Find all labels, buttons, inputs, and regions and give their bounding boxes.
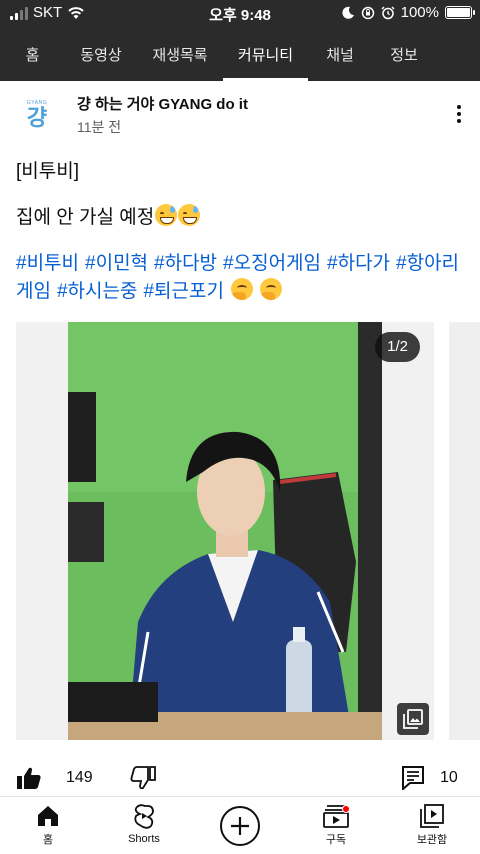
tab-about[interactable]: 정보 (372, 28, 436, 81)
thumbs-up-icon (17, 767, 41, 789)
hugging-face-emoji (259, 278, 282, 300)
dislike-button[interactable] (130, 766, 156, 790)
hashtag-link[interactable]: #이민혁 (85, 253, 148, 274)
shorts-icon (134, 804, 154, 829)
tab-playlists[interactable]: 재생목록 (137, 28, 223, 81)
post-line-2: 집에 안 가실 예정 (16, 204, 466, 232)
tab-channels[interactable]: 채널 (308, 28, 372, 81)
hashtag-list: #비투비 #이민혁 #하다방 #오징어게임 #하다가 #항아리게임 #하시는중 #퇴근포기 (16, 250, 466, 306)
nav-subscriptions[interactable]: 구독 (288, 797, 384, 854)
comment-icon (402, 766, 424, 790)
comment-count: 10 (440, 769, 458, 786)
post-actions: 149 10 (0, 760, 480, 796)
tab-home[interactable]: 홈 (0, 28, 65, 81)
like-button[interactable]: 149 (16, 766, 93, 790)
nav-create[interactable] (192, 797, 288, 854)
hashtag-link[interactable]: #오징어게임 (223, 253, 321, 274)
post-line-1: [비투비] (16, 161, 79, 182)
library-icon (420, 804, 444, 828)
alarm-icon (381, 5, 395, 19)
notification-dot (342, 805, 350, 813)
next-image-peek[interactable] (449, 322, 480, 740)
bottom-navigation: 홈 Shorts 구독 보관함 (0, 796, 480, 854)
like-count: 149 (66, 769, 93, 786)
channel-name[interactable]: 걍 하는 거야 GYANG do it (77, 93, 248, 114)
create-icon (220, 806, 260, 846)
thumbs-down-icon (130, 766, 156, 790)
grinning-sweat-emoji (178, 204, 201, 226)
hugging-face-emoji (230, 278, 253, 300)
channel-avatar[interactable]: GYANG 걍 (16, 94, 58, 136)
channel-tab-bar: 홈 동영상 재생목록 커뮤니티 채널 정보 (0, 28, 480, 81)
image-counter-badge: 1/2 (375, 332, 420, 362)
status-bar: SKT 오후 9:48 100% (0, 0, 480, 28)
grinning-sweat-emoji (155, 204, 178, 226)
nav-library[interactable]: 보관함 (384, 797, 480, 854)
hashtag-link[interactable]: #비투비 (16, 253, 79, 274)
post-body: [비투비] 집에 안 가실 예정 #비투비 #이민혁 #하다방 #오징어게임 #하다가 #… (16, 158, 466, 324)
hashtag-link[interactable]: #퇴근포기 (143, 281, 224, 302)
hashtag-link[interactable]: #하시는중 (57, 281, 138, 302)
home-icon (38, 806, 58, 826)
orientation-lock-icon (361, 6, 374, 19)
nav-home[interactable]: 홈 (0, 797, 96, 854)
comments-button[interactable]: 10 (402, 766, 458, 790)
battery-percent: 100% (400, 4, 439, 21)
battery-icon (445, 6, 475, 19)
hashtag-link[interactable]: #하다가 (327, 253, 390, 274)
gallery-icon[interactable] (397, 703, 429, 735)
nav-shorts[interactable]: Shorts (96, 797, 192, 854)
tab-community[interactable]: 커뮤니티 (223, 28, 308, 81)
more-options-button[interactable] (448, 100, 470, 128)
post-timestamp: 11분 전 (77, 119, 122, 135)
post-header: GYANG 걍 걍 하는 거야 GYANG do it 11분 전 (0, 82, 480, 148)
hashtag-link[interactable]: #하다방 (154, 253, 217, 274)
post-image-carousel[interactable]: 1/2 (16, 322, 434, 740)
moon-icon (342, 6, 354, 19)
tab-videos[interactable]: 동영상 (65, 28, 137, 81)
post-photo[interactable] (68, 322, 382, 740)
